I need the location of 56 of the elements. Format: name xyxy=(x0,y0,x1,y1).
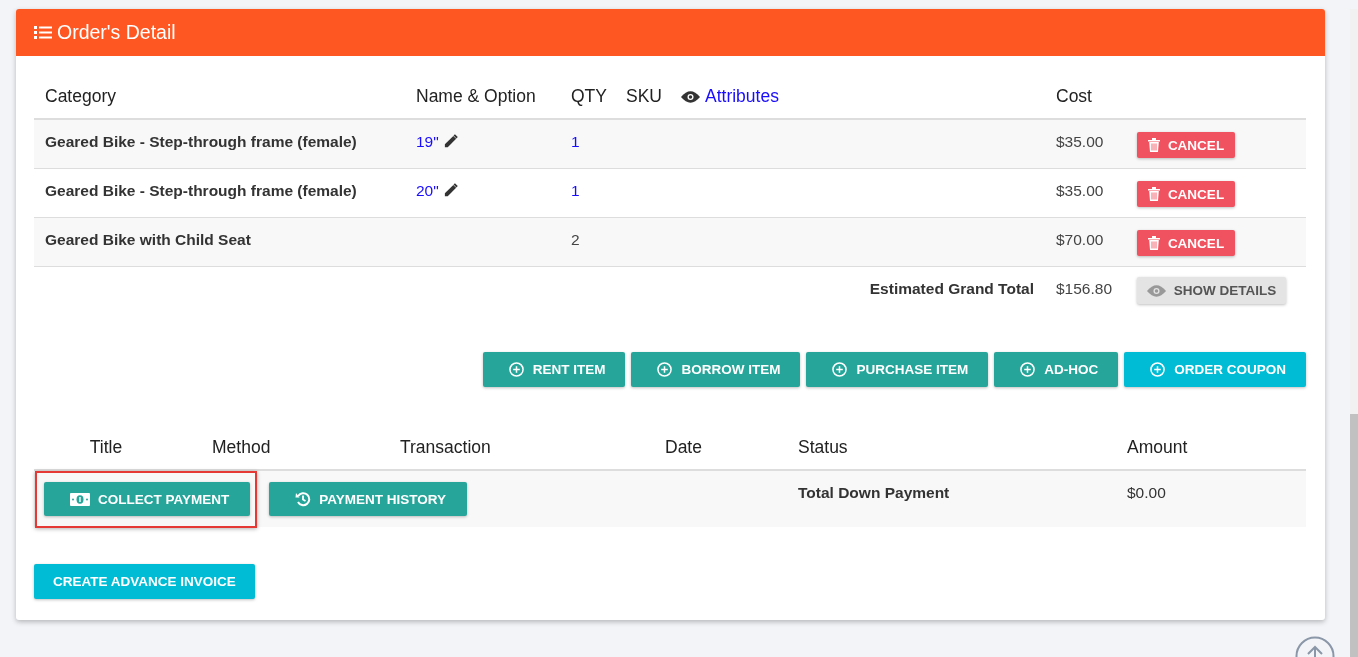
trash-icon xyxy=(1147,236,1160,250)
quantity-cell: 2 xyxy=(571,231,580,249)
amount-cell: $0.00 xyxy=(1127,484,1166,501)
column-header: Status xyxy=(798,437,848,457)
add-button[interactable]: BORROW ITEM xyxy=(631,352,801,387)
trash-icon xyxy=(1147,187,1160,201)
cost-cell: $35.00 xyxy=(1056,182,1104,200)
column-header: SKU xyxy=(626,86,662,107)
scroll-up-icon[interactable] xyxy=(1295,636,1335,657)
history-icon xyxy=(295,491,312,507)
list-icon xyxy=(34,26,52,39)
panel-title: Order's Detail xyxy=(57,21,176,44)
add-button[interactable]: RENT ITEM xyxy=(482,352,626,387)
column-header: Title xyxy=(89,437,123,457)
option-link[interactable]: 20" xyxy=(416,182,439,200)
eye-icon xyxy=(1146,284,1166,297)
category-cell: Geared Bike - Step-through frame (female) xyxy=(45,133,357,151)
column-header: Cost xyxy=(1056,86,1092,107)
plus-circle-icon xyxy=(832,362,848,377)
cost-cell: $35.00 xyxy=(1056,133,1104,151)
cancel-button[interactable]: CANCEL xyxy=(1137,230,1235,256)
column-header: Name & Option xyxy=(416,86,536,107)
column-header: Transaction xyxy=(400,437,491,457)
category-cell: Geared Bike with Child Seat xyxy=(45,231,251,249)
create-invoice-button[interactable]: CREATE ADVANCE INVOICE xyxy=(34,564,255,599)
status-cell: Total Down Payment xyxy=(798,484,950,501)
eye-icon xyxy=(681,90,700,103)
payment-history-button[interactable]: PAYMENT HISTORY xyxy=(269,482,468,516)
column-header: Amount xyxy=(1127,437,1188,457)
plus-circle-icon xyxy=(657,362,673,377)
column-header: QTY xyxy=(571,86,607,107)
quantity-link[interactable]: 1 xyxy=(571,182,580,200)
add-button[interactable]: PURCHASE ITEM xyxy=(806,352,989,387)
plus-circle-icon xyxy=(1020,362,1036,377)
add-button[interactable]: ORDER COUPON xyxy=(1124,352,1306,387)
option-link[interactable]: 19" xyxy=(416,133,439,151)
grand-total-label: Estimated Grand Total xyxy=(869,280,1034,297)
show-details-button[interactable]: SHOW DETAILS xyxy=(1137,277,1286,304)
attributes-link[interactable]: Attributes xyxy=(705,86,779,107)
banknote-icon xyxy=(70,492,90,506)
plus-circle-icon xyxy=(1150,362,1166,377)
category-cell: Geared Bike - Step-through frame (female) xyxy=(45,182,357,200)
grand-total-value: $156.80 xyxy=(1056,280,1113,297)
cancel-button[interactable]: CANCEL xyxy=(1137,132,1235,158)
cost-cell: $70.00 xyxy=(1056,231,1104,249)
pencil-icon[interactable] xyxy=(442,134,458,149)
trash-icon xyxy=(1147,138,1160,152)
pencil-icon[interactable] xyxy=(442,183,458,198)
plus-circle-icon xyxy=(508,362,524,377)
collect-payment-button[interactable]: COLLECT PAYMENT xyxy=(44,482,251,516)
quantity-link[interactable]: 1 xyxy=(571,133,580,151)
column-header: Method xyxy=(212,437,271,457)
column-header: Date xyxy=(665,437,702,457)
column-header: Category xyxy=(45,86,116,107)
add-button[interactable]: AD-HOC xyxy=(994,352,1119,387)
cancel-button[interactable]: CANCEL xyxy=(1137,181,1235,207)
